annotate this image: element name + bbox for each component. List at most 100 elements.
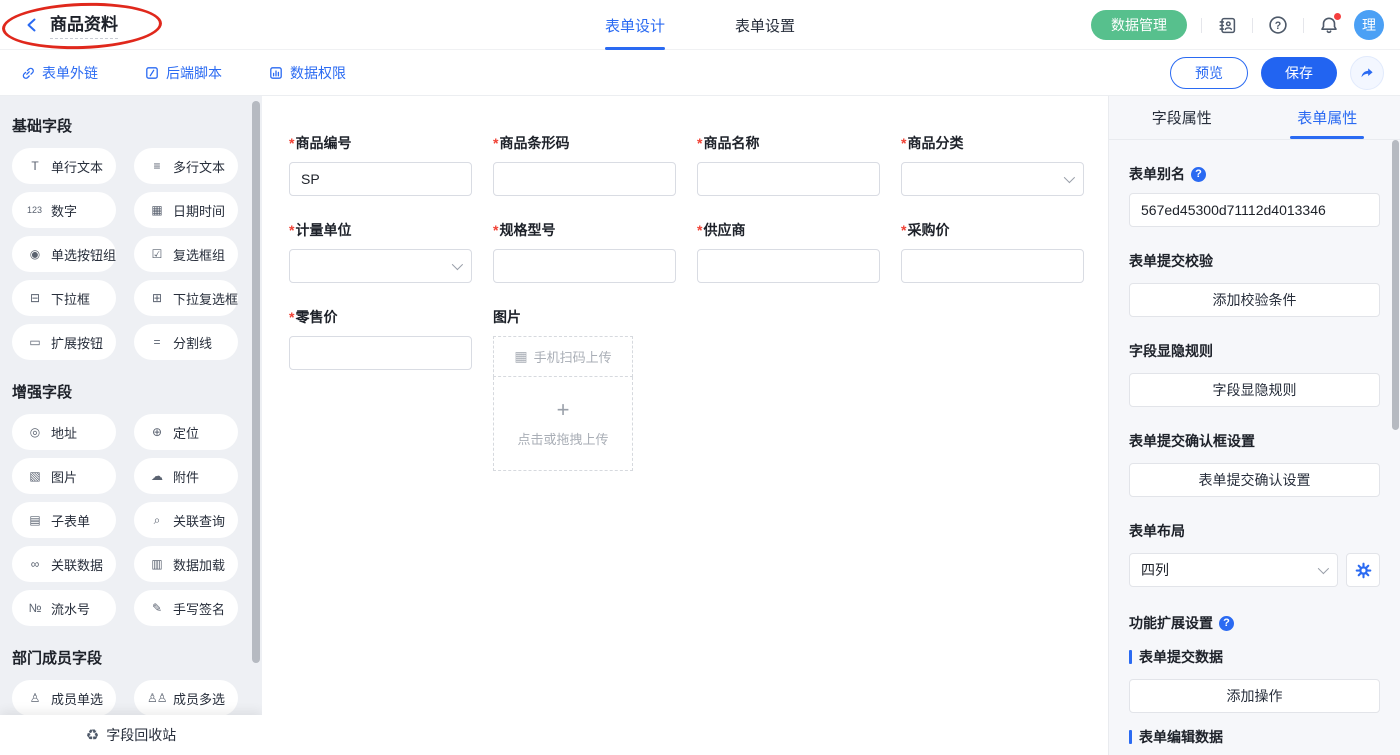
sidebar-item-label: 关联查询 <box>173 511 225 530</box>
data-permission-link[interactable]: 数据权限 <box>268 63 346 83</box>
sidebar-item-label: 附件 <box>173 467 199 486</box>
field-recycle-bin[interactable]: ♻ 字段回收站 <box>0 715 262 755</box>
member-single-icon: ♙ <box>25 691 44 705</box>
preview-button[interactable]: 预览 <box>1170 57 1248 89</box>
sidebar-item[interactable]: ▦日期时间 <box>134 192 238 228</box>
help-button[interactable]: ? <box>1267 14 1289 36</box>
form-field: *采购价 <box>901 220 1084 283</box>
sidebar-item[interactable]: ☑复选框组 <box>134 236 238 272</box>
sidebar-item[interactable]: ▧图片 <box>12 458 116 494</box>
purchase-price-input[interactable] <box>901 249 1084 283</box>
unit-select[interactable] <box>289 249 472 283</box>
sidebar-item[interactable]: №流水号 <box>12 590 116 626</box>
product-name-input[interactable] <box>697 162 880 196</box>
sidebar-item[interactable]: ≡ 多行文本 <box>134 148 238 184</box>
panel-scrollbar[interactable] <box>1392 140 1399 430</box>
category-select[interactable] <box>901 162 1084 196</box>
required-mark: * <box>901 222 906 238</box>
extend-button-icon: ▭ <box>25 335 44 349</box>
sidebar-item[interactable]: 123数字 <box>12 192 116 228</box>
contacts-button[interactable] <box>1216 14 1238 36</box>
form-field: *零售价 <box>289 307 472 471</box>
sidebar-item[interactable]: ⊟下拉框 <box>12 280 116 316</box>
sidebar-item[interactable]: ▭扩展按钮 <box>12 324 116 360</box>
sidebar-item[interactable]: ✎手写签名 <box>134 590 238 626</box>
avatar[interactable]: 理 <box>1354 10 1384 40</box>
lookup-icon: ⌕ <box>147 513 166 528</box>
spec-model-input[interactable] <box>493 249 676 283</box>
sidebar-item[interactable]: ∞关联数据 <box>12 546 116 582</box>
page-title[interactable]: 商品资料 <box>50 10 118 39</box>
data-manage-button[interactable]: 数据管理 <box>1091 10 1187 40</box>
select-icon: ⊟ <box>25 291 44 305</box>
sidebar-item[interactable]: ⊞下拉复选框 <box>134 280 238 316</box>
layout-settings-button[interactable] <box>1346 553 1380 587</box>
form-external-link[interactable]: 表单外链 <box>20 63 98 83</box>
section-title: 部门成员字段 <box>12 647 262 668</box>
sidebar-item[interactable]: =分割线 <box>134 324 238 360</box>
app-header: 商品资料 表单设计 表单设置 数据管理 ? <box>0 0 1400 50</box>
subform-icon: ▤ <box>25 513 44 527</box>
field-label: *采购价 <box>901 220 1084 240</box>
linked-data-icon: ∞ <box>25 557 44 571</box>
sidebar-item[interactable]: ☁附件 <box>134 458 238 494</box>
help-icon: ? <box>1268 15 1288 35</box>
field-label: *规格型号 <box>493 220 676 240</box>
field-grid: T单行文本 ≡ 多行文本 123数字 ▦日期时间 ◉单选按钮组 ☑复选框组 ⊟下拉… <box>12 148 262 360</box>
tab-form-settings[interactable]: 表单设置 <box>735 0 795 50</box>
radio-group-icon: ◉ <box>25 247 44 261</box>
field-label: *商品分类 <box>901 133 1084 153</box>
sidebar-item-label: 多行文本 <box>173 157 225 176</box>
sidebar-item[interactable]: ♙♙成员多选 <box>134 680 238 716</box>
notification-button[interactable] <box>1318 14 1340 36</box>
form-field: *商品编号 <box>289 133 472 196</box>
sidebar-item[interactable]: ⌕ 关联查询 <box>134 502 238 538</box>
layout-select[interactable]: 四列 <box>1129 553 1338 587</box>
barcode-input[interactable] <box>493 162 676 196</box>
product-code-input[interactable] <box>289 162 472 196</box>
supplier-input[interactable] <box>697 249 880 283</box>
sidebar-item[interactable]: T单行文本 <box>12 148 116 184</box>
submit-confirm-button[interactable]: 表单提交确认设置 <box>1129 463 1380 497</box>
extension-settings-label: 功能扩展设置 ? <box>1129 613 1380 633</box>
drag-upload-area[interactable]: + 点击或拖拽上传 <box>493 377 633 471</box>
submit-confirm-label: 表单提交确认框设置 <box>1129 431 1380 451</box>
retail-price-input[interactable] <box>289 336 472 370</box>
form-alias-input[interactable] <box>1129 193 1380 227</box>
tab-field-properties[interactable]: 字段属性 <box>1109 96 1255 139</box>
sidebar-item[interactable]: ▥数据加载 <box>134 546 238 582</box>
sidebar-item[interactable]: ◎地址 <box>12 414 116 450</box>
tab-form-design[interactable]: 表单设计 <box>605 0 665 50</box>
help-icon[interactable]: ? <box>1219 616 1234 631</box>
notification-badge <box>1334 13 1341 20</box>
text-icon: T <box>25 159 44 173</box>
help-icon[interactable]: ? <box>1191 167 1206 182</box>
form-design-canvas: *商品编号 *商品条形码 *商品名称 *商品分类 *计量单位 *规格型号 *供应… <box>262 96 1108 755</box>
textarea-icon: ≡ <box>147 159 166 173</box>
share-button[interactable] <box>1350 56 1384 90</box>
sidebar-item[interactable]: ▤子表单 <box>12 502 116 538</box>
form-field: 图片 ▦ 手机扫码上传 + 点击或拖拽上传 <box>493 307 676 471</box>
link-label: 后端脚本 <box>166 63 222 83</box>
image-icon: ▧ <box>25 469 44 483</box>
plus-icon: + <box>557 399 570 421</box>
sidebar-item[interactable]: ◉单选按钮组 <box>12 236 116 272</box>
scan-upload-button[interactable]: ▦ 手机扫码上传 <box>493 336 633 377</box>
field-visibility-button[interactable]: 字段显隐规则 <box>1129 373 1380 407</box>
field-label: *商品条形码 <box>493 133 676 153</box>
sidebar-item[interactable]: ⊕定位 <box>134 414 238 450</box>
required-mark: * <box>901 135 906 151</box>
sidebar-item[interactable]: ♙成员单选 <box>12 680 116 716</box>
sidebar-scrollbar[interactable] <box>252 101 260 663</box>
add-action-submit-button[interactable]: 添加操作 <box>1129 679 1380 713</box>
image-upload: ▦ 手机扫码上传 + 点击或拖拽上传 <box>493 336 633 471</box>
back-button[interactable] <box>24 17 40 33</box>
tab-form-properties[interactable]: 表单属性 <box>1255 96 1400 139</box>
form-field: *商品分类 <box>901 133 1084 196</box>
section-title: 基础字段 <box>12 115 262 136</box>
backend-script-link[interactable]: 后端脚本 <box>144 63 222 83</box>
add-validation-button[interactable]: 添加校验条件 <box>1129 283 1380 317</box>
save-button[interactable]: 保存 <box>1261 57 1337 89</box>
edit-data-label: 表单编辑数据 <box>1129 727 1380 747</box>
required-mark: * <box>289 222 294 238</box>
